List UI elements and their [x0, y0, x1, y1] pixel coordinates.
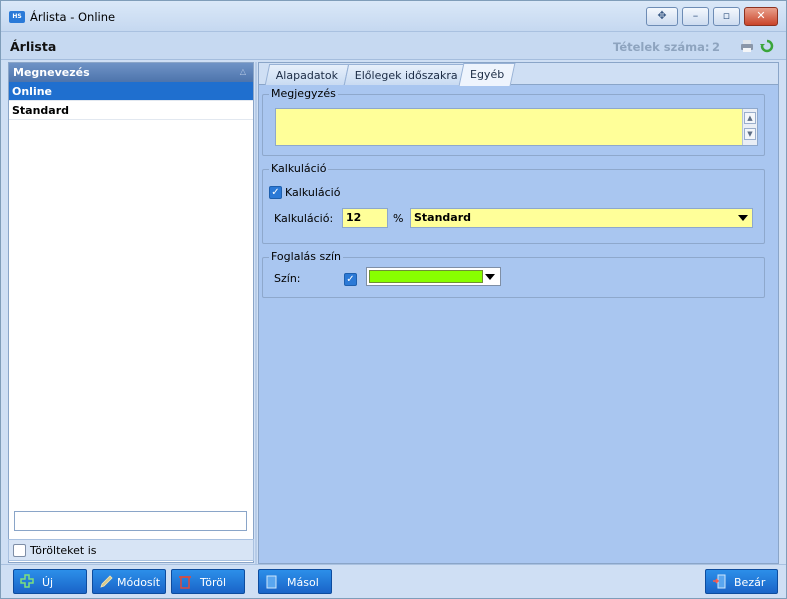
add-icon: [20, 574, 34, 588]
list-item[interactable]: Standard: [9, 101, 253, 120]
item-count-value: 2: [712, 40, 721, 54]
minimize-button[interactable]: –: [682, 7, 709, 26]
calc-group-title: Kalkuláció: [269, 162, 329, 175]
pencil-icon: [100, 575, 113, 588]
sort-arrow-icon: △: [239, 67, 246, 76]
booking-color-group: Foglalás szín Szín: ✓: [262, 250, 765, 298]
color-picker[interactable]: [366, 267, 501, 286]
color-checkbox[interactable]: ✓: [344, 273, 357, 286]
maximize-icon: ▫: [722, 9, 731, 22]
calc-group: Kalkuláció ✓ Kalkuláció Kalkuláció: 12 %…: [262, 162, 765, 244]
trash-icon: [179, 576, 191, 589]
chevron-down-icon: [738, 215, 748, 221]
price-list-list: Megnevezés △ Online Standard: [8, 62, 254, 563]
calc-checkbox[interactable]: ✓: [269, 186, 282, 199]
splitter[interactable]: [255, 62, 257, 598]
scroll-up-icon[interactable]: ▲: [744, 112, 756, 124]
calc-percent-input[interactable]: 12: [342, 208, 388, 228]
minimize-icon: –: [692, 9, 699, 22]
maximize-button[interactable]: ▫: [713, 7, 740, 26]
item-count-label: Tételek száma:: [613, 40, 710, 54]
color-swatch: [369, 270, 483, 283]
note-textarea[interactable]: ▲ ▼: [275, 108, 758, 146]
percent-sign: %: [393, 212, 404, 225]
page-title: Árlista: [10, 39, 57, 54]
list-item[interactable]: Online: [9, 82, 253, 101]
note-scrollbar[interactable]: ▲ ▼: [742, 109, 757, 145]
column-header-label: Megnevezés: [13, 66, 90, 79]
detail-panel: Alapadatok Előlegek időszakra Egyéb Megj…: [258, 62, 779, 564]
close-window-button[interactable]: ✕: [744, 7, 778, 26]
move-window-button[interactable]: ✥: [646, 7, 678, 26]
form-header: Árlista Tételek száma: 2: [1, 32, 786, 60]
tab-strip: Alapadatok Előlegek időszakra Egyéb: [259, 63, 778, 86]
show-deleted-bar: Törölteket is: [8, 539, 254, 561]
calc-type-select[interactable]: Standard: [410, 208, 753, 228]
copy-button[interactable]: Másol: [258, 569, 332, 594]
note-group-title: Megjegyzés: [269, 87, 338, 100]
note-group: Megjegyzés ▲ ▼: [262, 87, 765, 156]
app-icon: HS: [9, 11, 25, 23]
scroll-down-icon[interactable]: ▼: [744, 128, 756, 140]
booking-color-title: Foglalás szín: [269, 250, 344, 263]
show-deleted-checkbox[interactable]: [13, 544, 26, 557]
tab-elolegek[interactable]: Előlegek időszakra: [343, 64, 470, 85]
move-icon: ✥: [657, 9, 667, 22]
action-bar: Új Módosít Töröl Másol Bezár: [1, 564, 786, 598]
show-deleted-label: Törölteket is: [30, 544, 97, 557]
calc-checkbox-label: Kalkuláció: [285, 186, 341, 199]
column-header-name[interactable]: Megnevezés △: [9, 63, 253, 82]
calc-type-value: Standard: [414, 211, 472, 224]
list-search-input[interactable]: [14, 511, 247, 531]
main-window: HS Árlista - Online ✥ – ▫ ✕ Árlista Téte…: [0, 0, 787, 599]
tab-egyeb[interactable]: Egyéb: [458, 63, 516, 86]
exit-door-icon: [713, 574, 726, 589]
close-icon: ✕: [756, 9, 766, 22]
delete-button[interactable]: Töröl: [171, 569, 245, 594]
print-icon[interactable]: [739, 39, 755, 53]
calc-field-label: Kalkuláció:: [274, 212, 334, 225]
edit-button[interactable]: Módosít: [92, 569, 166, 594]
refresh-icon[interactable]: [759, 39, 775, 53]
copy-icon: [266, 575, 277, 589]
close-button[interactable]: Bezár: [705, 569, 778, 594]
title-bar[interactable]: HS Árlista - Online ✥ – ▫ ✕: [1, 1, 786, 32]
color-label: Szín:: [274, 272, 301, 285]
new-button[interactable]: Új: [13, 569, 87, 594]
tab-alapadatok[interactable]: Alapadatok: [264, 64, 350, 85]
chevron-down-icon: [485, 274, 495, 280]
window-title: Árlista - Online: [30, 10, 116, 24]
